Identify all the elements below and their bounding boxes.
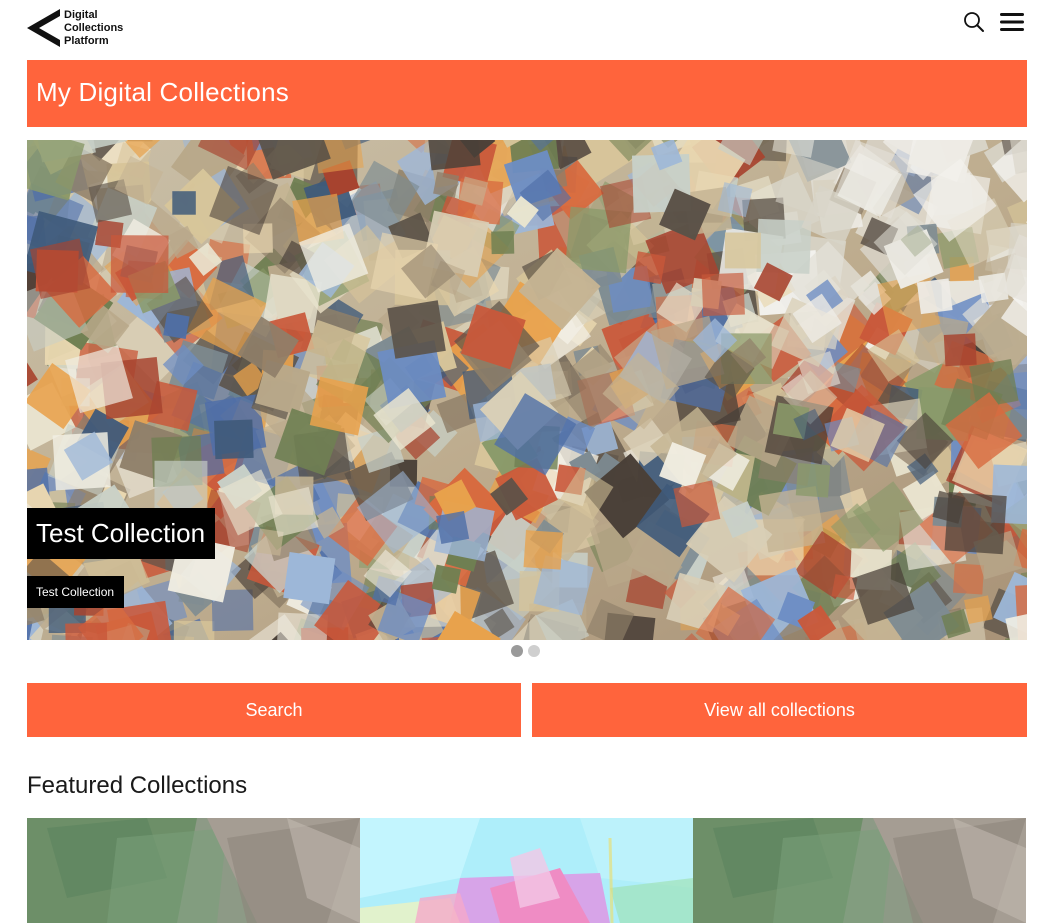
logo-line-2: Collections	[64, 22, 124, 34]
mosaic-square	[154, 460, 208, 514]
mosaic-square	[953, 563, 985, 595]
mosaic-square	[65, 622, 108, 640]
mosaic-square	[431, 564, 461, 594]
search-icon[interactable]	[963, 11, 985, 33]
mosaic-square	[173, 620, 215, 640]
view-all-collections-button[interactable]: View all collections	[532, 683, 1027, 737]
mosaic-square	[387, 300, 446, 359]
featured-tile-image	[693, 818, 1026, 923]
mosaic-square	[214, 419, 254, 460]
mosaic-square	[724, 232, 761, 269]
mosaic-square	[163, 312, 190, 339]
slide-subtitle[interactable]: Test Collection	[27, 576, 125, 608]
mosaic-square	[29, 238, 91, 299]
mosaic-square	[283, 552, 336, 605]
mosaic-square	[795, 463, 831, 498]
featured-collection-tile[interactable]	[360, 818, 693, 923]
mosaic-square	[491, 231, 515, 255]
hamburger-menu-icon[interactable]	[1000, 12, 1024, 32]
page-title: My Digital Collections	[36, 77, 289, 107]
featured-collections-heading: Featured Collections	[27, 772, 248, 799]
logo-line-1: Digital	[64, 9, 98, 21]
mosaic-square	[110, 235, 169, 293]
slide-title[interactable]: Test Collection	[27, 508, 216, 559]
logo-wordmark: Digital Collections Platform	[64, 9, 123, 48]
mosaic-square	[701, 272, 745, 317]
mosaic-square	[943, 333, 977, 367]
carousel-slide-image	[27, 140, 1027, 640]
carousel-dot-2[interactable]	[528, 645, 540, 657]
featured-collection-tile[interactable]	[693, 818, 1026, 923]
page-title-bar: My Digital Collections	[27, 60, 1027, 127]
mosaic-square	[633, 251, 666, 285]
mosaic-square	[964, 595, 993, 625]
logo-arrow-icon	[27, 9, 60, 47]
logo-line-3: Platform	[64, 35, 109, 47]
mosaic-square	[523, 530, 563, 570]
site-header: Digital Collections Platform	[0, 0, 1059, 60]
mosaic-square	[916, 278, 953, 315]
mosaic-square	[309, 376, 369, 436]
mosaic-square	[172, 191, 196, 215]
carousel-dot-1[interactable]	[511, 645, 523, 657]
featured-tile-image	[360, 818, 693, 923]
mosaic-square	[433, 171, 460, 198]
mosaic-square	[436, 510, 470, 544]
search-button[interactable]: Search	[27, 683, 521, 737]
mosaic-square	[426, 140, 481, 171]
mosaic-square	[673, 480, 721, 528]
collection-carousel[interactable]: Test Collection Test Collection	[27, 140, 1027, 640]
site-logo[interactable]: Digital Collections Platform	[27, 9, 127, 49]
featured-tile-image	[27, 818, 360, 923]
featured-collection-tile[interactable]	[27, 818, 360, 923]
